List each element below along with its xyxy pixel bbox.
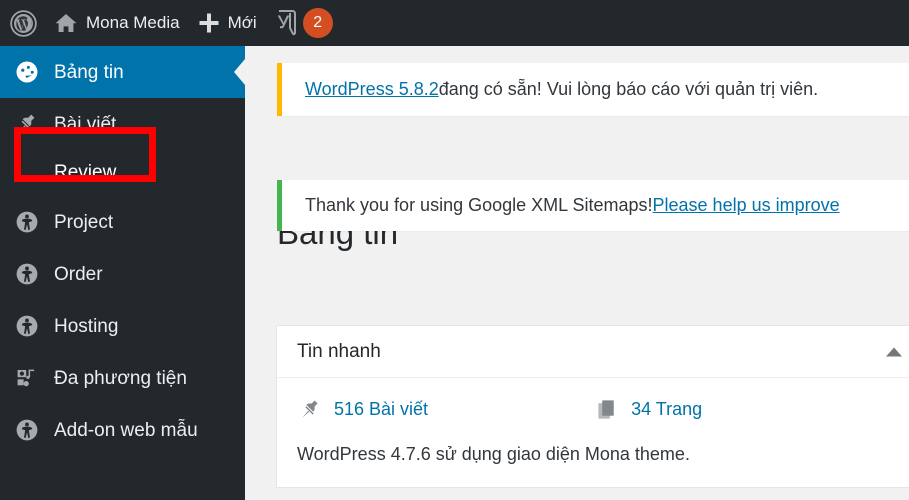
glance-posts-link[interactable]: 516 Bài viết bbox=[297, 396, 428, 422]
admin-sidebar-menu: Bảng tin Bài viết Review Project Order H… bbox=[0, 46, 245, 500]
sitemaps-improve-link[interactable]: Please help us improve bbox=[653, 195, 840, 216]
postbox-body: 516 Bài viết 34 Trang WordPress 4.7.6 sử… bbox=[277, 378, 909, 487]
new-content-label: Mới bbox=[227, 13, 257, 32]
postbox-title: Tin nhanh bbox=[297, 340, 381, 362]
plus-icon bbox=[198, 12, 220, 34]
sidebar-item-addon-web-mau[interactable]: Add-on web mẫu bbox=[0, 404, 245, 456]
sidebar-label-media: Đa phương tiện bbox=[54, 367, 187, 389]
current-menu-arrow bbox=[234, 59, 245, 85]
chevron-up-icon[interactable] bbox=[886, 347, 902, 356]
person-icon bbox=[14, 313, 40, 339]
glance-pages-label: 34 Trang bbox=[631, 398, 703, 419]
glance-pages-link[interactable]: 34 Trang bbox=[594, 396, 702, 422]
glance-posts-label: 516 Bài viết bbox=[334, 398, 429, 419]
site-name-button[interactable]: Mona Media bbox=[45, 0, 189, 46]
sidebar-item-dashboard[interactable]: Bảng tin bbox=[0, 46, 245, 98]
google-xml-sitemaps-notice: Thank you for using Google XML Sitemaps!… bbox=[277, 180, 909, 231]
glance-counts-row: 516 Bài viết 34 Trang bbox=[297, 396, 900, 422]
sidebar-label-project: Project bbox=[54, 211, 114, 233]
pin-icon bbox=[14, 111, 40, 137]
yoast-notification-badge[interactable]: 2 bbox=[302, 8, 333, 38]
dashboard-icon bbox=[14, 59, 40, 85]
media-icon bbox=[14, 365, 40, 391]
sidebar-item-hosting[interactable]: Hosting bbox=[0, 300, 245, 352]
home-icon bbox=[54, 12, 78, 34]
sidebar-item-media[interactable]: Đa phương tiện bbox=[0, 352, 245, 404]
person-icon bbox=[14, 417, 40, 443]
update-notice-text: đang có sẵn! Vui lòng báo cáo với quản t… bbox=[438, 79, 819, 99]
sidebar-item-review[interactable]: Review bbox=[0, 150, 245, 196]
postbox-header: Tin nhanh bbox=[277, 326, 909, 378]
admin-content-area: WordPress 5.8.2 đang có sẵn! Vui lòng bá… bbox=[245, 46, 909, 500]
pin-icon bbox=[297, 396, 323, 422]
glance-version-note: WordPress 4.7.6 sử dụng giao diện Mona t… bbox=[297, 444, 690, 464]
yoast-seo-button[interactable]: 2 bbox=[266, 0, 342, 46]
admin-bar: Mona Media Mới 2 bbox=[0, 0, 909, 46]
person-icon bbox=[14, 261, 40, 287]
sidebar-label-order: Order bbox=[54, 263, 103, 285]
sidebar-label-review: Review bbox=[54, 162, 117, 183]
pages-icon bbox=[594, 396, 620, 422]
wordpress-version-link[interactable]: WordPress 5.8.2 bbox=[305, 79, 439, 100]
wordpress-logo-icon bbox=[10, 9, 37, 37]
sidebar-label-hosting: Hosting bbox=[54, 315, 119, 337]
sidebar-item-posts[interactable]: Bài viết bbox=[0, 98, 245, 150]
sidebar-item-project[interactable]: Project bbox=[0, 196, 245, 248]
sitemaps-notice-text: Thank you for using Google XML Sitemaps! bbox=[305, 195, 653, 215]
site-name-label: Mona Media bbox=[86, 13, 180, 32]
wp-logo-button[interactable] bbox=[0, 0, 45, 46]
person-icon bbox=[14, 209, 40, 235]
wordpress-update-notice: WordPress 5.8.2 đang có sẵn! Vui lòng bá… bbox=[277, 63, 909, 116]
sidebar-item-order[interactable]: Order bbox=[0, 248, 245, 300]
at-a-glance-postbox: Tin nhanh 516 Bài viết 34 Trang WordPres… bbox=[276, 325, 909, 488]
sidebar-label-addon-web-mau: Add-on web mẫu bbox=[54, 419, 198, 441]
sidebar-label-dashboard: Bảng tin bbox=[54, 61, 124, 83]
yoast-seo-icon bbox=[275, 10, 299, 36]
sidebar-label-posts: Bài viết bbox=[54, 113, 117, 135]
new-content-button[interactable]: Mới bbox=[189, 0, 266, 46]
